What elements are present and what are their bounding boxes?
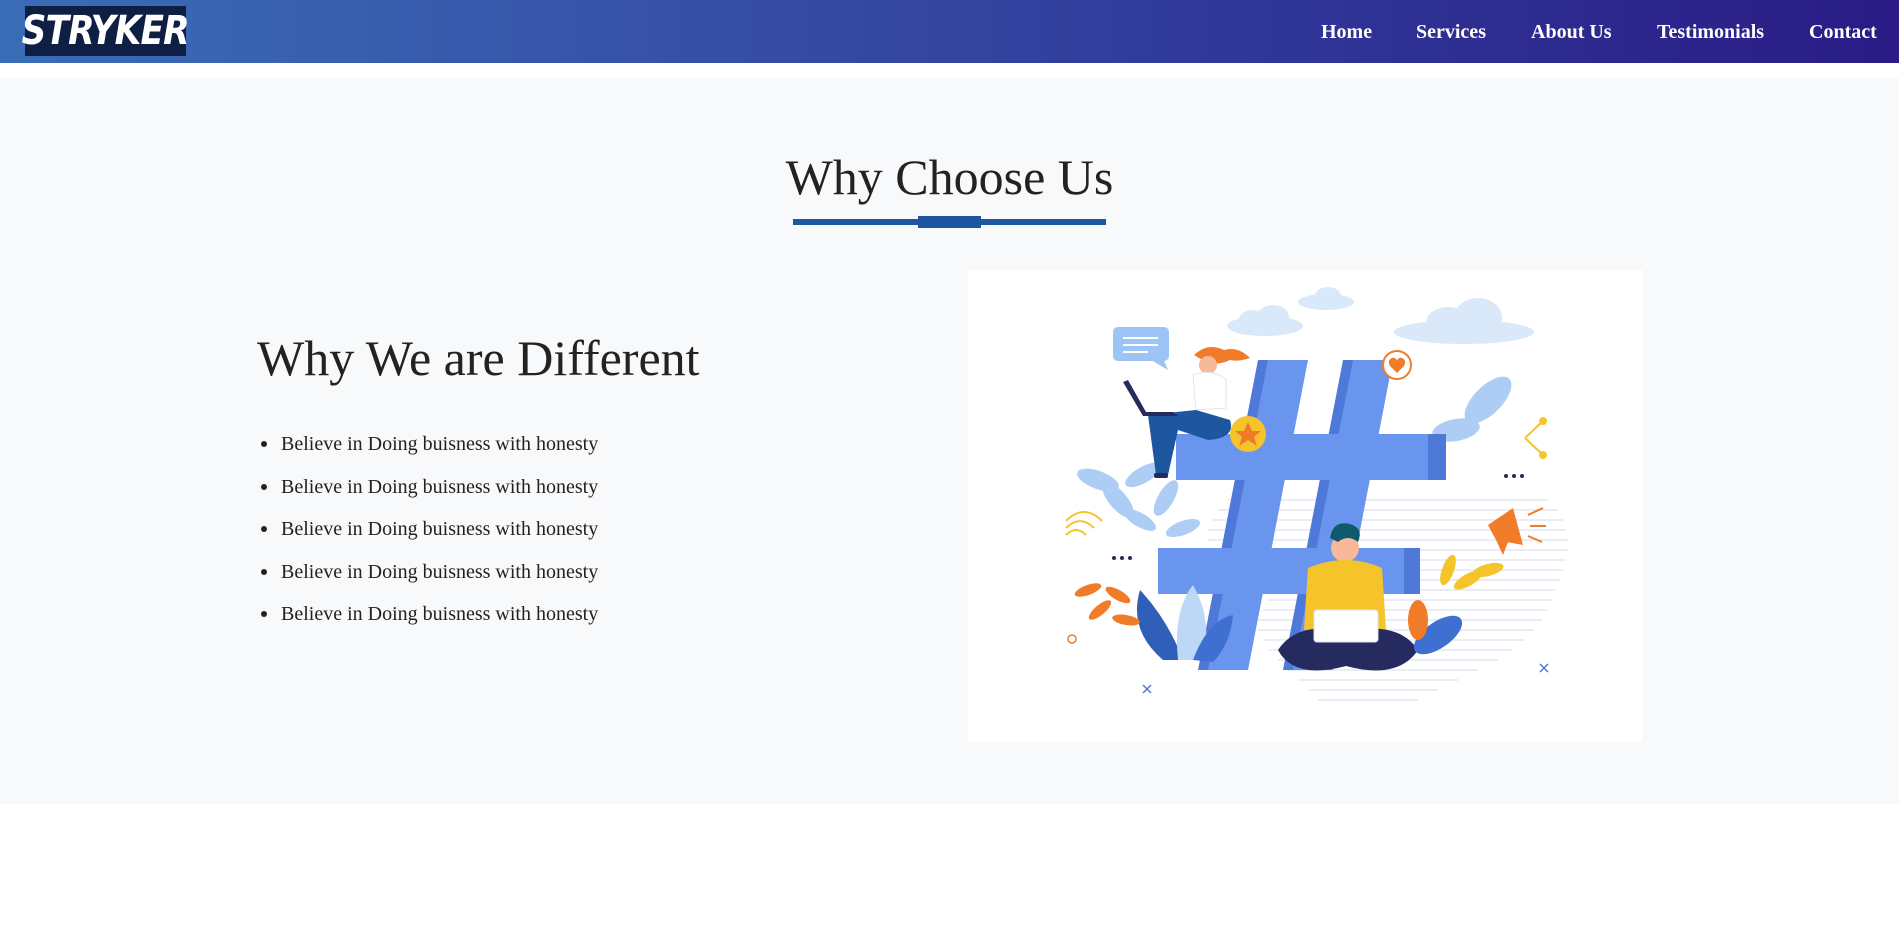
nav-link-about-us[interactable]: About Us [1531,19,1612,45]
why-choose-us-section: Why Choose Us Why We are Different Belie… [0,78,1899,804]
heart-icon [1382,350,1412,380]
bullet-icon [261,483,267,490]
nav-link-services[interactable]: Services [1416,19,1486,45]
feature-text: Believe in Doing buisness with honesty [281,433,599,455]
signal-icon [1065,511,1103,536]
feature-item: Believe in Doing buisness with honesty [257,423,598,466]
megaphone-icon [1488,507,1546,555]
bullet-icon [261,568,267,575]
chat-bubble-icon [1113,327,1169,370]
plant-icon [1408,554,1504,655]
nav-link-home[interactable]: Home [1321,19,1372,45]
nav-link-contact[interactable]: Contact [1809,19,1877,45]
different-heading: Why We are Different [257,330,700,386]
bullet-icon [261,611,267,617]
feature-text: Believe in Doing buisness with honesty [281,518,599,540]
feature-item: Believe in Doing buisness with honesty [257,551,598,594]
star-icon [1230,416,1266,452]
hashtag-illustration [968,270,1643,742]
leaf-icon [1432,376,1512,442]
section-title: Why Choose Us [785,149,1114,205]
feature-item: Believe in Doing buisness with honesty [257,593,598,636]
feature-item: Believe in Doing buisness with honesty [257,466,598,509]
site-logo[interactable]: STRYKER [21,6,190,56]
feature-text: Believe in Doing buisness with honesty [281,560,599,583]
top-navbar: STRYKER Home Services About Us Testimoni… [0,0,1899,63]
bullet-icon [261,441,267,447]
title-underline-accent [918,216,981,228]
feature-text: Believe in Doing buisness with honesty [281,475,599,498]
features-list: Believe in Doing buisness with honesty B… [257,423,598,636]
feature-item: Believe in Doing buisness with honesty [257,508,598,551]
hashtag-people-illustration [1065,287,1568,701]
feature-text: Believe in Doing buisness with honesty [281,603,599,625]
bullet-icon [261,526,267,532]
cloud-icon [1227,287,1534,344]
share-icon [1524,417,1547,459]
circle-icon [1067,634,1077,644]
logo-text: STRYKER [21,8,190,54]
nav-link-testimonials[interactable]: Testimonials [1657,19,1764,45]
leaf-icon [1074,583,1140,626]
